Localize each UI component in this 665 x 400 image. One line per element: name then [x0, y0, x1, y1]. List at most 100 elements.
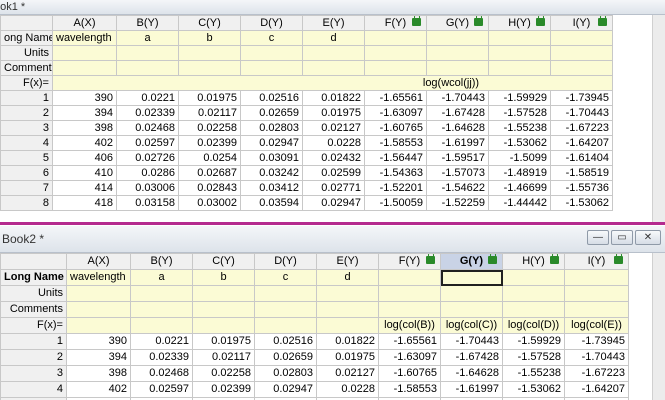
row-number[interactable]: 2 — [0, 349, 67, 366]
data-cell[interactable]: 0.02659 — [254, 349, 317, 366]
data-cell[interactable]: -1.64628 — [426, 120, 489, 136]
data-cell[interactable]: 0.02339 — [130, 349, 193, 366]
long-name-row-label[interactable]: ong Name — [0, 30, 53, 46]
column-header-iy[interactable]: I(Y) — [564, 253, 629, 270]
data-cell[interactable]: 0.02339 — [116, 105, 179, 121]
data-cell[interactable]: -1.63097 — [364, 105, 427, 121]
data-cell[interactable]: -1.57528 — [502, 349, 565, 366]
comments-row-cell[interactable] — [192, 301, 255, 318]
column-header-fy[interactable]: F(Y) — [378, 253, 441, 270]
data-cell[interactable]: -1.55736 — [550, 180, 613, 196]
data-cell[interactable]: 0.02803 — [254, 365, 317, 382]
comments-row-cell[interactable] — [178, 60, 241, 76]
formula-cell[interactable] — [316, 317, 379, 334]
column-header-hy[interactable]: H(Y) — [488, 15, 551, 31]
data-cell[interactable]: -1.67223 — [550, 120, 613, 136]
units-row-cell[interactable] — [130, 285, 193, 302]
data-cell[interactable]: 398 — [66, 365, 131, 382]
long-name-row-cell[interactable] — [364, 30, 427, 46]
row-number[interactable]: 1 — [0, 90, 53, 106]
long-name-row-cell[interactable]: a — [116, 30, 179, 46]
formula-cell[interactable]: log(col(E)) — [564, 317, 629, 334]
data-cell[interactable]: 0.0228 — [316, 381, 379, 398]
data-cell[interactable]: -1.57073 — [426, 165, 489, 181]
data-cell[interactable]: 0.01975 — [178, 90, 241, 106]
data-cell[interactable]: 0.02659 — [240, 105, 303, 121]
formula-cell[interactable] — [254, 317, 317, 334]
corner-cell[interactable] — [0, 15, 53, 31]
data-cell[interactable]: -1.55238 — [502, 365, 565, 382]
data-cell[interactable]: -1.56447 — [364, 150, 427, 166]
book2-titlebar[interactable]: Book2 * — ▭ ✕ — [0, 226, 665, 253]
comments-row-cell[interactable] — [426, 60, 489, 76]
data-cell[interactable]: -1.70443 — [426, 90, 489, 106]
data-cell[interactable]: 0.03006 — [116, 180, 179, 196]
data-cell[interactable]: -1.53062 — [550, 195, 613, 211]
comments-row-cell[interactable] — [378, 301, 441, 318]
column-header-by[interactable]: B(Y) — [116, 15, 179, 31]
data-cell[interactable]: 0.01975 — [302, 105, 365, 121]
data-cell[interactable]: 0.02597 — [130, 381, 193, 398]
data-cell[interactable]: 0.02117 — [192, 349, 255, 366]
data-cell[interactable]: -1.63097 — [378, 349, 441, 366]
data-cell[interactable]: 390 — [66, 333, 131, 350]
data-cell[interactable]: -1.44442 — [488, 195, 551, 211]
data-cell[interactable]: -1.55238 — [488, 120, 551, 136]
data-cell[interactable]: -1.73945 — [564, 333, 629, 350]
long-name-row-label[interactable]: Long Name — [0, 269, 67, 286]
units-row-cell[interactable] — [502, 285, 565, 302]
comments-row-cell[interactable] — [302, 60, 365, 76]
data-cell[interactable]: 0.02117 — [178, 105, 241, 121]
comments-row-cell[interactable] — [240, 60, 303, 76]
units-row-cell[interactable] — [52, 45, 117, 61]
book1-vertical-scrollbar[interactable] — [652, 15, 665, 222]
comments-row-cell[interactable] — [52, 60, 117, 76]
row-number[interactable]: 3 — [0, 120, 53, 136]
data-cell[interactable]: 0.02399 — [178, 135, 241, 151]
book1-titlebar[interactable]: ook1 * — [0, 0, 665, 15]
units-row-cell[interactable] — [254, 285, 317, 302]
data-cell[interactable]: -1.52259 — [426, 195, 489, 211]
data-cell[interactable]: 0.03242 — [240, 165, 303, 181]
data-cell[interactable]: -1.58553 — [364, 135, 427, 151]
row-number[interactable]: 1 — [0, 333, 67, 350]
data-cell[interactable]: 0.02597 — [116, 135, 179, 151]
data-cell[interactable]: 0.0221 — [130, 333, 193, 350]
column-header-gy[interactable]: G(Y) — [426, 15, 489, 31]
data-cell[interactable]: -1.54622 — [426, 180, 489, 196]
data-cell[interactable]: -1.58519 — [550, 165, 613, 181]
data-cell[interactable]: 0.01822 — [316, 333, 379, 350]
column-header-dy[interactable]: D(Y) — [240, 15, 303, 31]
data-cell[interactable]: -1.59517 — [426, 150, 489, 166]
data-cell[interactable]: -1.64207 — [564, 381, 629, 398]
units-row-cell[interactable] — [364, 45, 427, 61]
restore-button[interactable]: ▭ — [611, 230, 633, 245]
data-cell[interactable]: 0.02599 — [302, 165, 365, 181]
column-header-ey[interactable]: E(Y) — [316, 253, 379, 270]
data-cell[interactable]: 394 — [52, 105, 117, 121]
data-cell[interactable]: 0.01822 — [302, 90, 365, 106]
data-cell[interactable]: -1.59929 — [488, 90, 551, 106]
data-cell[interactable]: 0.02947 — [302, 195, 365, 211]
data-cell[interactable]: 0.02947 — [240, 135, 303, 151]
data-cell[interactable]: -1.65561 — [378, 333, 441, 350]
long-name-row-cell[interactable]: a — [130, 269, 193, 286]
units-row-label[interactable]: Units — [0, 45, 53, 61]
data-cell[interactable]: 0.01975 — [192, 333, 255, 350]
data-cell[interactable]: 410 — [52, 165, 117, 181]
units-row-cell[interactable] — [440, 285, 503, 302]
long-name-row-cell[interactable]: c — [254, 269, 317, 286]
data-cell[interactable]: 418 — [52, 195, 117, 211]
units-row-cell[interactable] — [178, 45, 241, 61]
data-cell[interactable]: -1.70443 — [564, 349, 629, 366]
data-cell[interactable]: 398 — [52, 120, 117, 136]
comments-row-cell[interactable] — [66, 301, 131, 318]
units-row-cell[interactable] — [192, 285, 255, 302]
row-number[interactable]: 7 — [0, 180, 53, 196]
comments-row-cell[interactable] — [550, 60, 613, 76]
row-number[interactable]: 4 — [0, 381, 67, 398]
data-cell[interactable]: -1.64628 — [440, 365, 503, 382]
comments-row-cell[interactable] — [364, 60, 427, 76]
row-number[interactable]: 2 — [0, 105, 53, 121]
data-cell[interactable]: 0.02726 — [116, 150, 179, 166]
